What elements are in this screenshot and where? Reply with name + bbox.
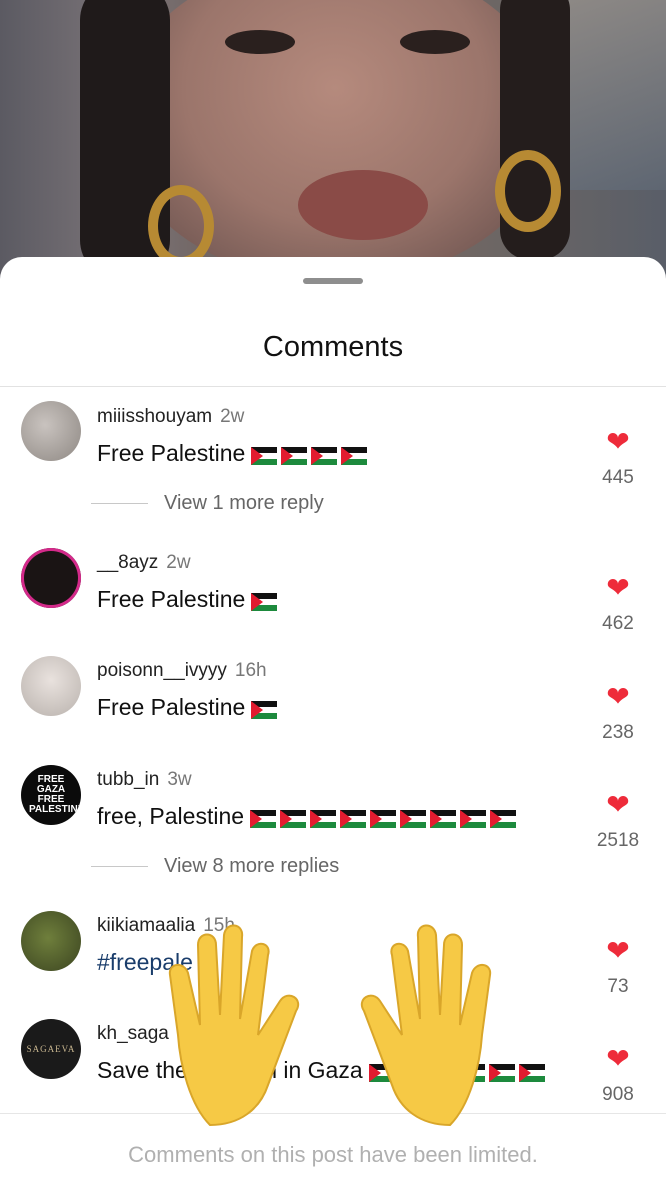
palestine-flag-icon bbox=[428, 1064, 455, 1083]
comment-time: 2w bbox=[220, 406, 245, 427]
comment-username[interactable]: miiisshouyam bbox=[97, 406, 212, 427]
palestine-flag-icon bbox=[250, 810, 277, 829]
palestine-flag-icon bbox=[311, 447, 338, 466]
sheet-title: Comments bbox=[262, 331, 404, 363]
video-background bbox=[0, 0, 666, 290]
comment-time: 15h bbox=[203, 915, 235, 936]
comment-text-cont: n in Gaza bbox=[264, 1057, 363, 1083]
heart-icon[interactable]: ❤ bbox=[604, 683, 632, 711]
comment-hashtag[interactable]: #freepale bbox=[97, 949, 193, 975]
palestine-flag-icon bbox=[341, 447, 368, 466]
comment-time: 2w bbox=[166, 552, 191, 573]
drag-handle[interactable] bbox=[303, 278, 363, 284]
palestine-flag-icons bbox=[250, 804, 520, 831]
palestine-flag-icon bbox=[398, 1064, 425, 1083]
view-replies-link[interactable]: View 8 more replies bbox=[164, 855, 339, 878]
comment-text: free, Palestine bbox=[97, 803, 245, 829]
palestine-flag-icon bbox=[370, 810, 397, 829]
comment-text: Free Palestine bbox=[97, 586, 246, 612]
avatar-logo-text: FREE GAZA FREE PALESTINE bbox=[29, 774, 81, 815]
avatar[interactable] bbox=[21, 911, 81, 971]
comment-time: 16h bbox=[234, 660, 267, 681]
palestine-flag-icons bbox=[251, 695, 281, 722]
like-count: 445 bbox=[602, 467, 634, 488]
palestine-flag-icons bbox=[251, 587, 281, 614]
comment-text: Free Palestine bbox=[97, 694, 246, 720]
comments-limited-notice: Comments on this post have been limited. bbox=[128, 1142, 538, 1167]
avatar[interactable] bbox=[21, 401, 81, 461]
comment-username[interactable]: tubb_in bbox=[97, 769, 159, 790]
earring bbox=[495, 150, 561, 232]
avatar-logo-text: SAGAEVA bbox=[26, 1044, 76, 1054]
avatar[interactable] bbox=[21, 656, 81, 716]
palestine-flag-icon bbox=[458, 1064, 485, 1083]
like-count: 73 bbox=[607, 976, 629, 997]
palestine-flag-icon bbox=[310, 810, 337, 829]
view-replies-link[interactable]: View 1 more reply bbox=[164, 492, 324, 515]
palestine-flag-icon bbox=[251, 701, 278, 720]
comment-username[interactable]: kiikiamaalia bbox=[97, 915, 195, 936]
palestine-flag-icon bbox=[280, 810, 307, 829]
palestine-flag-icon bbox=[340, 810, 367, 829]
avatar[interactable]: FREE GAZA FREE PALESTINE bbox=[21, 765, 81, 825]
heart-icon[interactable]: ❤ bbox=[604, 791, 632, 819]
comment-username[interactable]: kh_saga bbox=[97, 1023, 169, 1044]
palestine-flag-icon bbox=[518, 1064, 545, 1083]
palestine-flag-icons bbox=[368, 1058, 549, 1085]
heart-icon[interactable]: ❤ bbox=[604, 1045, 632, 1073]
avatar[interactable]: SAGAEVA bbox=[21, 1019, 81, 1079]
comment-time: 3w bbox=[167, 769, 192, 790]
palestine-flag-icon bbox=[251, 447, 278, 466]
divider bbox=[0, 386, 666, 387]
like-count: 238 bbox=[602, 722, 634, 743]
like-count: 908 bbox=[602, 1084, 634, 1105]
palestine-flag-icons bbox=[251, 441, 371, 468]
palestine-flag-icon bbox=[281, 447, 308, 466]
earring bbox=[148, 185, 214, 267]
like-count: 462 bbox=[602, 613, 634, 634]
palestine-flag-icon bbox=[488, 1064, 515, 1083]
palestine-flag-icon bbox=[490, 810, 517, 829]
comment-text: Save the bbox=[97, 1057, 188, 1083]
palestine-flag-icon bbox=[400, 810, 427, 829]
comment-text: Free Palestine bbox=[97, 440, 246, 466]
comment-username[interactable]: poisonn__ivyyy bbox=[97, 660, 227, 681]
comment-username[interactable]: __8ayz bbox=[97, 552, 158, 573]
heart-icon[interactable]: ❤ bbox=[604, 937, 632, 965]
like-count: 2518 bbox=[596, 830, 640, 851]
heart-icon[interactable]: ❤ bbox=[604, 574, 632, 602]
heart-icon[interactable]: ❤ bbox=[604, 428, 632, 456]
palestine-flag-icon bbox=[251, 593, 278, 612]
palestine-flag-icon bbox=[368, 1064, 395, 1083]
comments-sheet: Comments miiisshouyam 2w Free Palestine ❤… bbox=[0, 257, 666, 1199]
palestine-flag-icon bbox=[430, 810, 457, 829]
divider bbox=[0, 1113, 666, 1114]
palestine-flag-icon bbox=[460, 810, 487, 829]
avatar[interactable] bbox=[21, 548, 81, 608]
